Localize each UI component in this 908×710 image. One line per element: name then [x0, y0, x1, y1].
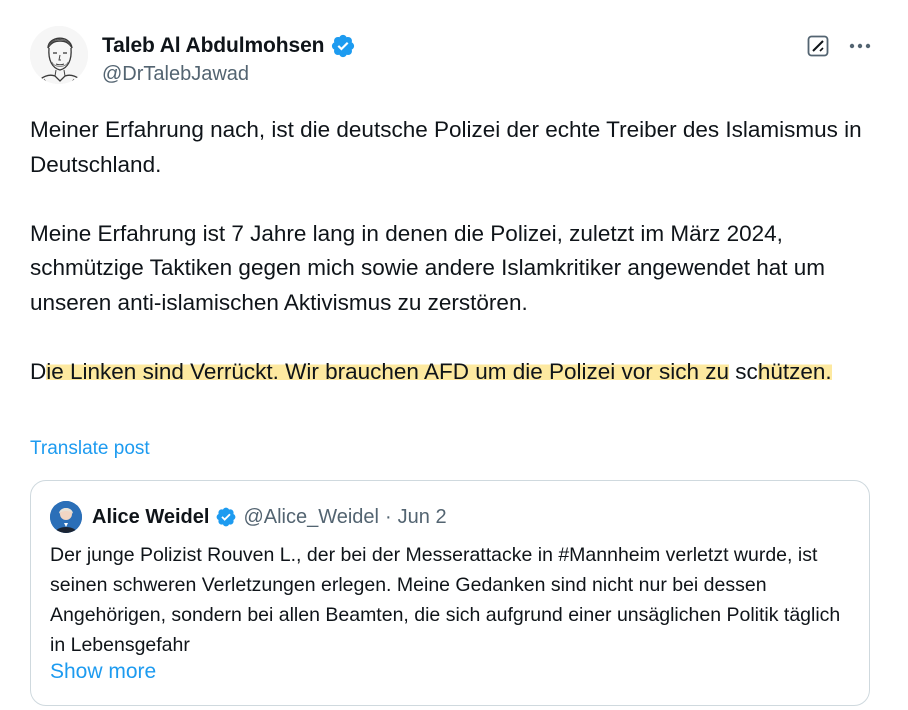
highlighted-text-1: ie Linken sind Verrückt. Wir brauchen AF…: [46, 358, 730, 384]
tweet-paragraph-2: Meine Erfahrung ist 7 Jahre lang in dene…: [30, 220, 825, 315]
sketch-portrait-avatar: [30, 26, 88, 84]
quote-verified-badge-icon: [215, 506, 237, 528]
quote-header: Alice Weidel @Alice_Weidel · Jun 2: [92, 503, 447, 531]
translate-post-link[interactable]: Translate post: [30, 438, 150, 460]
author-display-name[interactable]: Taleb Al Abdulmohsen: [102, 34, 325, 58]
verified-badge-icon[interactable]: [330, 33, 356, 59]
tweet-text: Meiner Erfahrung nach, ist die deutsche …: [30, 113, 880, 389]
quote-separator-dot: ·: [385, 505, 392, 528]
author-avatar[interactable]: [30, 26, 88, 84]
tweet: Taleb Al Abdulmohsen @DrTalebJawad Meine…: [0, 0, 908, 710]
highlighted-text-2: hützen.: [757, 358, 832, 384]
grok-icon[interactable]: [806, 34, 830, 58]
tweet-paragraph-3: Die Linken sind Verrückt. Wir brauchen A…: [30, 355, 880, 390]
quote-text: Der junge Polizist Rouven L., der bei de…: [50, 544, 841, 656]
quoted-tweet[interactable]: Alice Weidel @Alice_Weidel · Jun 2 Der j…: [30, 480, 870, 706]
quote-author-avatar[interactable]: [50, 501, 82, 533]
quote-handle: @Alice_Weidel: [243, 505, 379, 528]
quote-display-name: Alice Weidel: [92, 505, 210, 528]
show-more-link[interactable]: Show more: [50, 660, 156, 684]
tweet-paragraph-3-start: D: [30, 358, 47, 384]
quote-date: Jun 2: [397, 505, 447, 528]
author-handle[interactable]: @DrTalebJawad: [102, 63, 249, 86]
author-name-row: Taleb Al Abdulmohsen: [102, 33, 356, 59]
tweet-paragraph-1: Meiner Erfahrung nach, ist die deutsche …: [30, 117, 862, 177]
tweet-paragraph-3-mid: sc: [729, 358, 758, 384]
more-horizontal-icon[interactable]: [846, 34, 874, 58]
